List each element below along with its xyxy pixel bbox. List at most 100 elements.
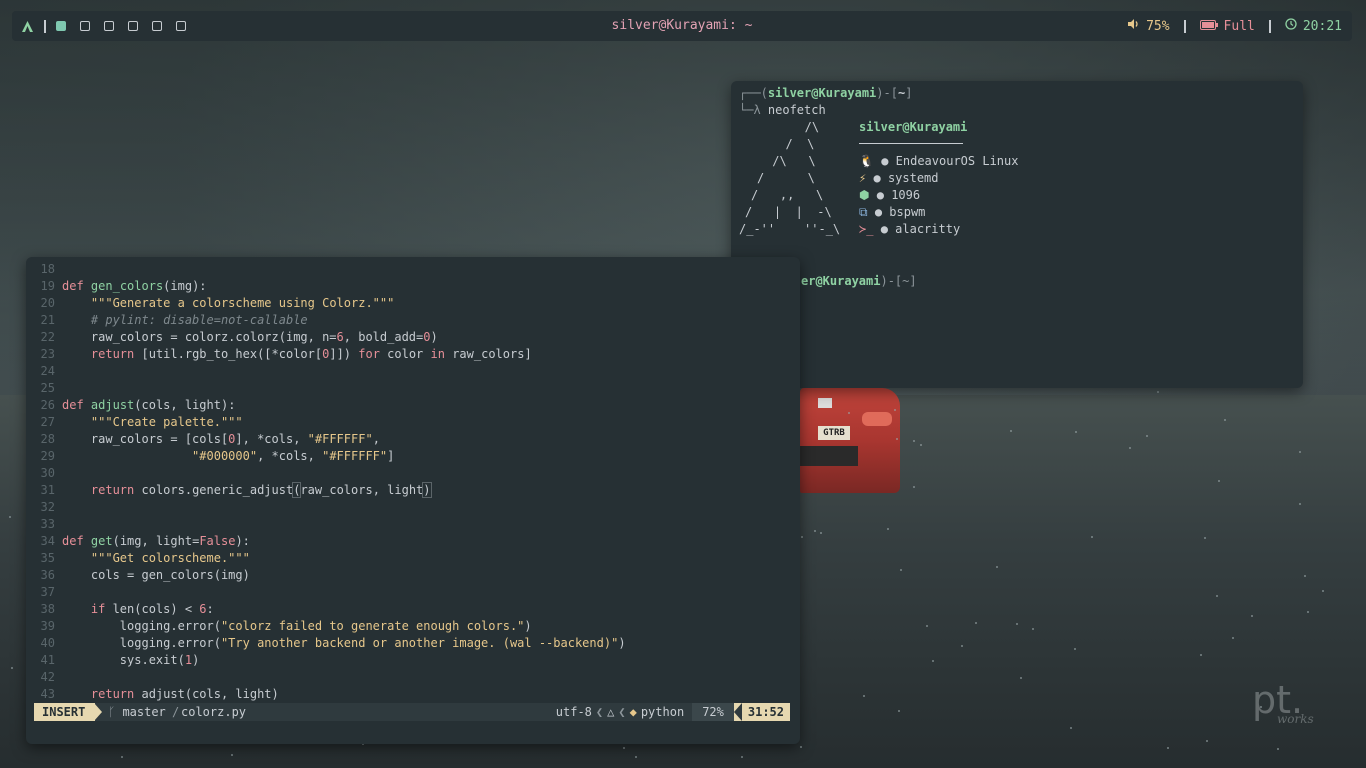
line-number: 28 (40, 432, 55, 446)
rain-drop (1206, 740, 1208, 742)
code-line[interactable]: 23 return [util.rgb_to_hex([*color[0]]) … (26, 346, 800, 363)
rain-drop (1157, 391, 1159, 393)
code-line[interactable]: 41 sys.exit(1) (26, 652, 800, 669)
mode-separator (94, 703, 102, 721)
rain-drop (887, 528, 889, 530)
neofetch-info-init: ⚡ ● systemd (859, 171, 939, 185)
code-line[interactable]: 20 """Generate a colorscheme using Color… (26, 295, 800, 312)
code-line[interactable]: 22 raw_colors = colorz.colorz(img, n=6, … (26, 329, 800, 346)
scroll-percent: 72% (692, 703, 734, 721)
line-text: raw_colors = colorz.colorz(img, n=6, bol… (62, 330, 438, 344)
status-line: INSERT ᚴ master / colorz.py utf-8 ❮ △ ❮ … (34, 703, 790, 721)
rain-drop (1129, 447, 1131, 449)
neofetch-title: silver@Kurayami (859, 120, 968, 134)
code-line[interactable]: 26 def adjust(cols, light): (26, 397, 800, 414)
code-line[interactable]: 43 return adjust(cols, light) (26, 686, 800, 703)
rain-drop (920, 444, 922, 446)
clock-value: 20:21 (1302, 18, 1342, 34)
status-divider: / (172, 705, 180, 719)
branch-icon: ᚴ (108, 705, 116, 719)
code-line[interactable]: 30 (26, 465, 800, 482)
rain-drop (1299, 451, 1301, 453)
terminal-window[interactable]: ┌──(silver@Kurayami)-[~] └─λ neofetch /\… (731, 81, 1303, 388)
ascii-art-line: /\ \ (765, 154, 816, 168)
rain-drop (741, 756, 743, 758)
linux-icon: 🐧 (859, 154, 874, 168)
code-line[interactable]: 39 logging.error("colorz failed to gener… (26, 618, 800, 635)
code-line[interactable]: 29 "#000000", *cols, "#FFFFFF"] (26, 448, 800, 465)
line-number: 39 (40, 619, 55, 633)
rain-drop (623, 747, 625, 749)
code-line[interactable]: 18 (26, 261, 800, 278)
file-encoding: utf-8 (555, 705, 592, 719)
code-line[interactable]: 28 raw_colors = [cols[0], *cols, "#FFFFF… (26, 431, 800, 448)
line-number: 40 (40, 636, 55, 650)
ascii-art-line: / \ (757, 171, 815, 185)
rain-drop (961, 645, 963, 647)
command-text: neofetch (767, 103, 826, 117)
rain-drop (1074, 648, 1076, 650)
rain-drop (1016, 623, 1018, 625)
ascii-art-line: / \ (771, 137, 815, 151)
code-line[interactable]: 19 def gen_colors(img): (26, 278, 800, 295)
neofetch-rule (859, 143, 963, 144)
rain-drop (9, 516, 11, 518)
car-badge (818, 398, 832, 408)
car-plate: GTRB (818, 426, 850, 440)
line-text: def gen_colors(img): (62, 279, 207, 293)
rain-drop (1167, 747, 1169, 749)
rain-drop (996, 566, 998, 568)
code-line[interactable]: 34 def get(img, light=False): (26, 533, 800, 550)
bar-right: 75% Full 20:21 (1127, 11, 1342, 41)
code-line[interactable]: 35 """Get colorscheme.""" (26, 550, 800, 567)
rain-drop (231, 754, 233, 756)
rain-drop (820, 532, 822, 534)
code-line[interactable]: 27 """Create palette.""" (26, 414, 800, 431)
rain-drop (635, 756, 637, 758)
code-line[interactable]: 37 (26, 584, 800, 601)
line-number: 35 (40, 551, 55, 565)
code-line[interactable]: 38 if len(cols) < 6: (26, 601, 800, 618)
ascii-art-line: / ,, \ (751, 188, 824, 202)
line-number: 34 (40, 534, 55, 548)
file-type: python (640, 705, 685, 719)
status-divider: ❮ (618, 705, 626, 719)
rain-drop (913, 440, 915, 442)
rain-drop (913, 486, 915, 488)
line-number: 21 (40, 313, 55, 327)
code-line[interactable]: 24 (26, 363, 800, 380)
line-text: raw_colors = [cols[0], *cols, "#FFFFFF", (62, 432, 380, 446)
second-prompt: er@Kurayami)-[~] (801, 274, 917, 288)
code-line[interactable]: 40 logging.error("Try another backend or… (26, 635, 800, 652)
rain-drop (1010, 430, 1012, 432)
line-number: 18 (40, 262, 55, 276)
clock[interactable]: 20:21 (1285, 18, 1342, 34)
line-text: def adjust(cols, light): (62, 398, 236, 412)
code-line[interactable]: 42 (26, 669, 800, 686)
line-text: "#000000", *cols, "#FFFFFF"] (192, 449, 395, 463)
code-line[interactable]: 36 cols = gen_colors(img) (26, 567, 800, 584)
command-line: └─λ neofetch (739, 103, 826, 117)
bar-separator (1183, 19, 1186, 33)
linux-icon: △ (607, 705, 615, 719)
editor-window[interactable]: 18 19 def gen_colors(img): 20 """Generate a… (26, 257, 800, 744)
rain-drop (1204, 537, 1206, 539)
status-right: utf-8 ❮ △ ❮ ◆ python 72% 31:52 (556, 703, 790, 721)
package-icon: ⬢ (859, 188, 870, 202)
rain-drop (1232, 637, 1234, 639)
rain-drop (926, 625, 928, 627)
code-line[interactable]: 25 (26, 380, 800, 397)
code-line[interactable]: 31 return colors.generic_adjust(raw_colo… (26, 482, 800, 499)
rain-drop (1277, 748, 1279, 750)
line-number: 26 (40, 398, 55, 412)
line-number: 38 (40, 602, 55, 616)
code-area[interactable]: 18 19 def gen_colors(img): 20 """Generate a… (26, 261, 800, 703)
battery-indicator[interactable]: Full (1199, 19, 1255, 34)
code-line[interactable]: 32 (26, 499, 800, 516)
volume-indicator[interactable]: 75% (1127, 18, 1170, 34)
rain-drop (1032, 628, 1034, 630)
code-line[interactable]: 33 (26, 516, 800, 533)
code-line[interactable]: 21 # pylint: disable=not-callable (26, 312, 800, 329)
line-number: 31 (40, 483, 55, 497)
line-text: sys.exit(1) (62, 653, 200, 667)
